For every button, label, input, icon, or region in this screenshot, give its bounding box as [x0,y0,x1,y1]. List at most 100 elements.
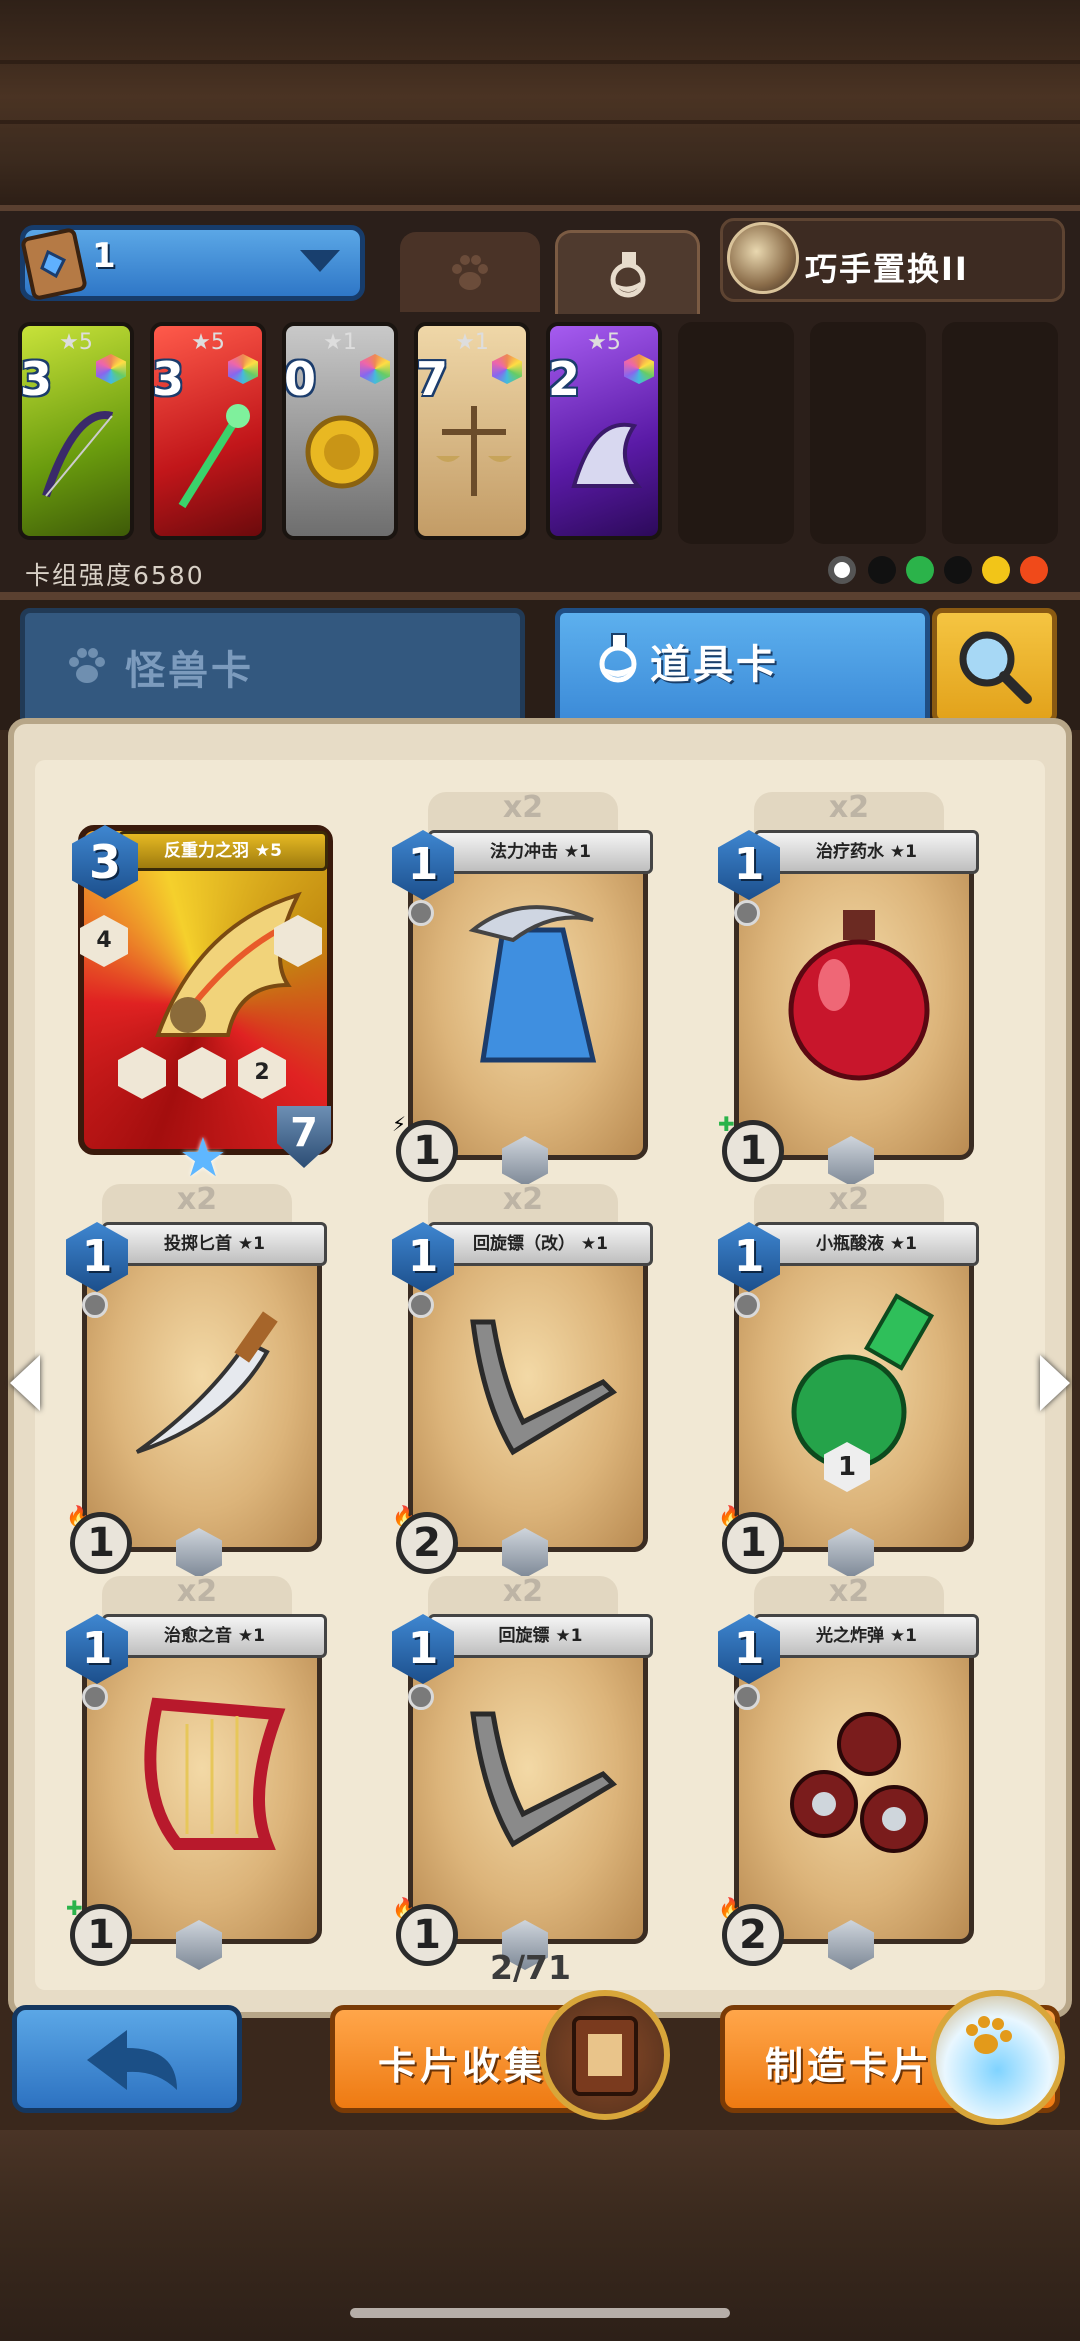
paw-icon [69,648,105,683]
gem-icon [360,354,390,384]
deck-card[interactable]: ★5 2 [546,322,662,540]
hero-avatar [727,222,799,294]
red-potion-icon [788,910,930,1081]
deck-book-icon [21,228,87,300]
search-button[interactable] [932,608,1057,724]
card-rank: 1 [722,1120,784,1182]
slot-icon [82,1292,108,1318]
card-title: 小瓶酸液 ★1 [754,1222,979,1266]
chevron-down-icon[interactable] [300,250,340,272]
star-icon: ★ [178,1126,228,1189]
hero-name: 巧手置换II [805,250,969,288]
tab-item-label: 道具卡 [650,642,779,688]
card-quantity: x2 [176,1182,218,1217]
boomerang-icon [470,1319,618,1456]
deck-card[interactable]: ★5 3 [18,322,134,540]
card-anti-gravity-feather[interactable]: 反重力之羽 ★5 3 4 2 7 ★ [72,825,333,1188]
card-boomerang-modified[interactable]: x2 回旋镖（改） ★1 1 🔥 2 [392,1182,653,1578]
card-quantity: x2 [176,1574,218,1609]
card-quantity: x2 [828,790,870,825]
card-quantity: x2 [502,1182,544,1217]
craft-card-label: 制造卡片 [765,2044,934,2088]
card-light-bomb[interactable]: x2 光之炸弹 ★1 1 🔥 2 [718,1574,979,1970]
card-title: 投掷匕首 ★1 [102,1222,327,1266]
top-wood-background [0,0,1080,215]
staff-icon [178,404,250,509]
card-rank: 1 [396,1120,458,1182]
card-healing-sound[interactable]: x2 治愈之音 ★1 1 ✚ 1 [66,1574,327,1970]
card-healing-potion[interactable]: x2 治疗药水 ★1 1 ✚ 1 [718,790,979,1186]
scales-icon [436,406,512,496]
potion-icon [599,633,637,683]
slot-icon [408,900,434,926]
gem-icon [96,354,126,384]
card-acid-vial[interactable]: x2 小瓶酸液 ★1 1 🔥 1 1 [718,1182,979,1578]
card-rank: 1 [722,1512,784,1574]
search-icon [959,631,1032,704]
deck-card[interactable]: ★5 3 [150,322,266,540]
paw-icon [452,255,488,290]
back-button[interactable] [12,2005,242,2113]
dark-filter-icon [944,556,972,584]
circle-filter-icon [828,556,856,584]
card-mana-shock[interactable]: x2 法力冲击 ★1 1 ⚡ 1 [392,790,653,1186]
card-title: 回旋镖（改） ★1 [428,1222,653,1266]
prev-page-arrow[interactable] [10,1355,40,1411]
potion-icon [610,251,645,297]
deck-power: 卡组强度6580 [25,561,205,590]
deck-number: 1 [92,236,116,276]
card-boomerang[interactable]: x2 回旋镖 ★1 1 🔥 1 [392,1574,653,1970]
empty-deck-slot[interactable] [678,322,794,544]
next-page-arrow[interactable] [1040,1355,1070,1411]
bow-icon [42,411,114,498]
card-title: 反重力之羽 ★5 [118,831,328,871]
slot-icon [408,1292,434,1318]
card-rank: 2 [396,1512,458,1574]
bomb-icon [790,1712,928,1853]
gem-icon [492,354,522,384]
slot-icon [734,1292,760,1318]
craft-jar-icon[interactable] [930,1990,1065,2125]
dark-filter-icon [868,556,896,584]
card-book-icon[interactable] [540,1990,670,2120]
armor-badge: 7 [277,1106,331,1168]
slot-icon [82,1684,108,1710]
feather-wing-icon [155,891,302,1037]
home-indicator[interactable] [350,2308,730,2318]
card-rank: 1 [396,1904,458,1966]
gem-icon [624,354,654,384]
gem-icon [228,354,258,384]
card-collection-label: 卡片收集 [378,2044,547,2088]
dragon-icon [571,422,643,488]
card-title: 光之炸弹 ★1 [754,1614,979,1658]
card-throwing-dagger[interactable]: x2 投掷匕首 ★1 1 🔥 1 [66,1182,327,1578]
leaf-filter-icon [906,556,934,584]
card-rank: 2 [722,1904,784,1966]
book-art [572,2016,638,2096]
card-title: 回旋镖 ★1 [428,1614,653,1658]
card-title: 法力冲击 ★1 [428,830,653,874]
card-rank: 1 [70,1904,132,1966]
deck-card[interactable]: ★1 7 [414,322,530,540]
tab-monster-label: 怪兽卡 [125,648,254,694]
deck-card[interactable]: ★1 0 [282,322,398,540]
empty-deck-slot[interactable] [810,322,926,544]
boomerang-icon [470,1711,618,1848]
slot-icon [734,900,760,926]
card-title: 治疗药水 ★1 [754,830,979,874]
card-title: 治愈之音 ★1 [102,1614,327,1658]
paw-jar-art [966,2016,1012,2054]
card-quantity: x2 [828,1182,870,1217]
wind-filter-icon [982,556,1010,584]
back-arrow-icon [87,2030,177,2090]
slot-icon [408,1684,434,1710]
card-quantity: x2 [502,790,544,825]
deck-tab-monster[interactable] [400,232,540,312]
blue-flask-icon [468,905,597,1063]
coin-icon [305,415,379,489]
page-counter: 2/71 [490,1948,571,1987]
deck-tab-item[interactable] [555,230,700,314]
slot-icon [734,1684,760,1710]
harp-icon [144,1697,286,1850]
empty-deck-slot[interactable] [942,322,1058,544]
